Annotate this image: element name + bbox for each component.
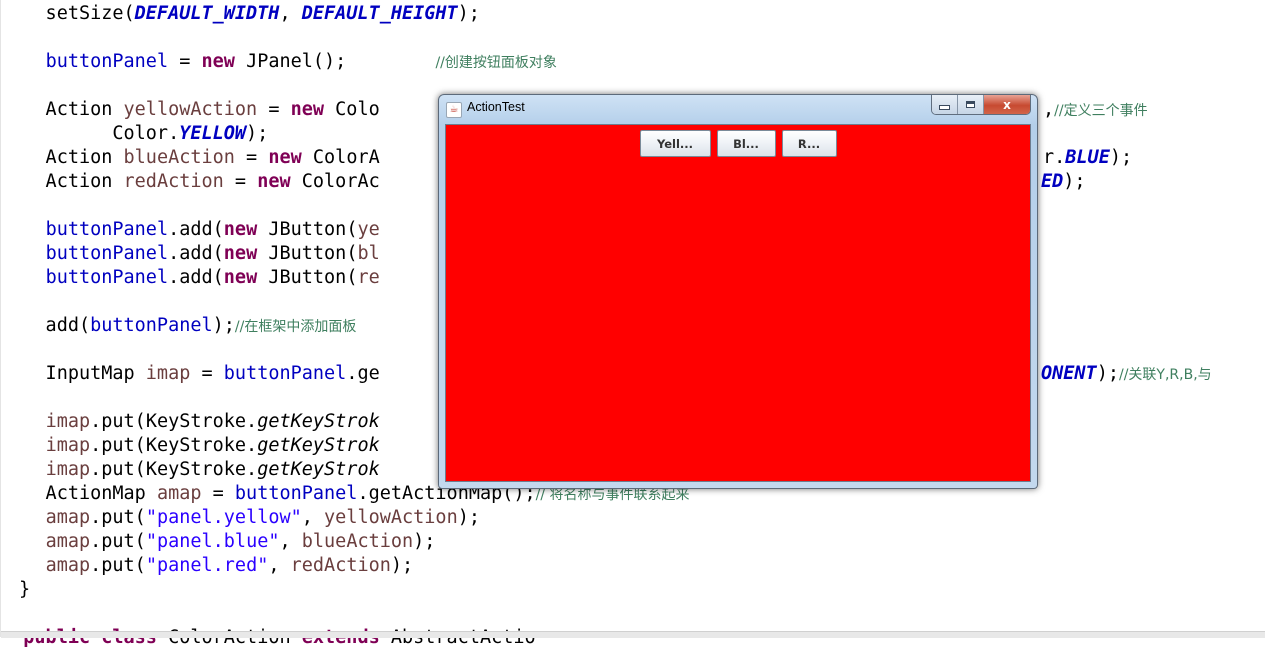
code-line: add(buttonPanel);//在框架中添加面板	[1, 315, 357, 336]
maximize-button[interactable]	[958, 95, 984, 114]
code-line: setSize(DEFAULT_WIDTH, DEFAULT_HEIGHT);	[1, 3, 480, 24]
code-line-tail: ,//定义三个事件	[1043, 99, 1148, 120]
code-comment: // 将名称与事件联系起来	[535, 487, 690, 503]
code-line: buttonPanel = new JPanel(); //创建按钮面板对象	[45, 51, 557, 72]
window-title: ActionTest	[467, 100, 525, 114]
code-line: imap.put(KeyStroke.getKeyStrok	[45, 459, 380, 480]
close-button[interactable]: x	[984, 95, 1030, 114]
code-line: }	[19, 579, 31, 600]
code-line: InputMap imap = buttonPanel.ge	[1, 363, 380, 384]
code-line-tail: r.BLUE);	[1043, 147, 1133, 168]
window-controls: x	[931, 95, 1031, 115]
button-panel: Yell... Bl... R...	[446, 130, 1030, 158]
code-line-tail: ONENT);//关联Y,R,B,与	[1041, 363, 1212, 384]
code-comment: //定义三个事件	[1054, 103, 1148, 119]
code-line: Action blueAction = new ColorA	[1, 147, 380, 168]
maximize-icon	[966, 101, 975, 108]
minimize-icon	[939, 105, 950, 110]
code-line: buttonPanel.add(new JButton(bl	[45, 243, 380, 264]
code-line: Color.YELLOW);	[1, 123, 269, 144]
code-line: buttonPanel.add(new JButton(ye	[45, 219, 380, 240]
code-line: imap.put(KeyStroke.getKeyStrok	[45, 435, 380, 456]
code-line: Action yellowAction = new Colo	[1, 99, 380, 120]
code-line-tail: ED);	[1041, 171, 1086, 192]
code-line: imap.put(KeyStroke.getKeyStrok	[45, 411, 380, 432]
code-line: Action redAction = new ColorAc	[1, 171, 380, 192]
actiontest-window[interactable]: ☕ ActionTest x Yell... Bl... R...	[438, 94, 1038, 489]
minimize-button[interactable]	[932, 95, 958, 114]
yellow-button[interactable]: Yell...	[639, 130, 711, 157]
code-comment: //关联Y,R,B,与	[1118, 367, 1212, 383]
code-comment: //创建按钮面板对象	[435, 55, 557, 71]
code-line: public class ColorAction extends Abstrac…	[1, 626, 535, 650]
button-panel-red: Yell... Bl... R...	[445, 124, 1031, 482]
code-line: amap.put("panel.yellow", yellowAction);	[45, 507, 480, 528]
code-comment: //在框架中添加面板	[234, 319, 357, 335]
close-icon: x	[1003, 97, 1011, 112]
red-button[interactable]: R...	[781, 130, 837, 157]
code-line: buttonPanel.add(new JButton(re	[45, 267, 380, 288]
java-cup-icon[interactable]: ☕	[446, 102, 462, 118]
window-titlebar[interactable]: ☕ ActionTest x	[439, 95, 1037, 123]
code-line: amap.put("panel.blue", blueAction);	[45, 531, 436, 552]
code-line: amap.put("panel.red", redAction);	[45, 555, 414, 576]
blue-button[interactable]: Bl...	[716, 130, 776, 157]
